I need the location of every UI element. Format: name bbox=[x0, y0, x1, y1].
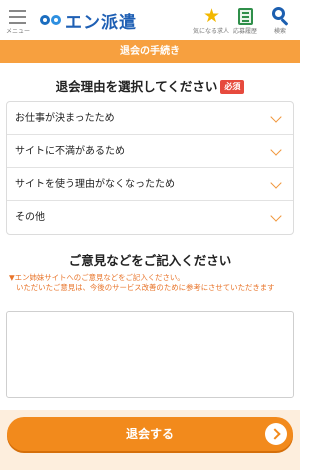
reason-item[interactable]: サイトに不満があるため bbox=[7, 135, 293, 168]
comment-note-line2: いただいたご意見は、今後のサービス改善のために参考にさせていただきます bbox=[16, 283, 275, 292]
reason-label: サイトに不満があるため bbox=[15, 146, 125, 157]
footer-bar: 退会する bbox=[0, 410, 300, 470]
chevron-down-icon bbox=[270, 144, 282, 156]
chevron-down-icon bbox=[270, 210, 282, 222]
reason-label: サイトを使う理由がなくなったため bbox=[15, 179, 175, 190]
arrow-right-icon bbox=[265, 423, 287, 445]
reason-item[interactable]: その他 bbox=[7, 201, 293, 234]
comment-title: ご意見などをご記入ください bbox=[68, 253, 232, 268]
page-banner: 退会の手続き bbox=[0, 40, 300, 63]
reasons-title: 退会理由を選択してください 必須 bbox=[0, 76, 300, 95]
star-icon: ★ bbox=[203, 5, 221, 27]
comment-note-line1: ▼エン姉妹サイトへのご意見などをご記入ください。 bbox=[9, 273, 185, 282]
reason-label: その他 bbox=[15, 212, 45, 223]
chevron-down-icon bbox=[270, 111, 282, 123]
logo-mark-icon bbox=[40, 15, 62, 25]
reason-list: お仕事が決まったため サイトに不満があるため サイトを使う理由がなくなったため … bbox=[6, 101, 294, 235]
logo-text: エン派遣 bbox=[65, 12, 137, 33]
site-logo[interactable]: エン派遣 bbox=[40, 9, 137, 33]
withdraw-button-label: 退会する bbox=[125, 427, 174, 441]
menu-button[interactable]: メニュー bbox=[4, 6, 32, 38]
reason-item[interactable]: お仕事が決まったため bbox=[7, 102, 293, 135]
withdraw-button[interactable]: 退会する bbox=[7, 417, 293, 451]
app-header: メニュー エン派遣 ★ 気になる求人 応募履歴 検索 bbox=[0, 0, 300, 40]
reason-label: お仕事が決まったため bbox=[15, 113, 115, 124]
search-label: 検索 bbox=[273, 28, 286, 35]
menu-icon bbox=[9, 10, 26, 24]
search-button[interactable]: 検索 bbox=[263, 6, 297, 38]
search-icon-handle bbox=[280, 18, 289, 26]
chevron-down-icon bbox=[270, 177, 282, 189]
comment-note: ▼エン姉妹サイトへのご意見などをご記入ください。 いただいたご意見は、今後のサー… bbox=[9, 273, 294, 293]
comment-textarea[interactable] bbox=[6, 311, 294, 398]
history-icon bbox=[238, 8, 253, 25]
required-badge: 必須 bbox=[220, 80, 245, 94]
menu-label: メニュー bbox=[5, 28, 30, 35]
reason-item[interactable]: サイトを使う理由がなくなったため bbox=[7, 168, 293, 201]
reasons-title-text: 退会理由を選択してください bbox=[55, 79, 218, 94]
